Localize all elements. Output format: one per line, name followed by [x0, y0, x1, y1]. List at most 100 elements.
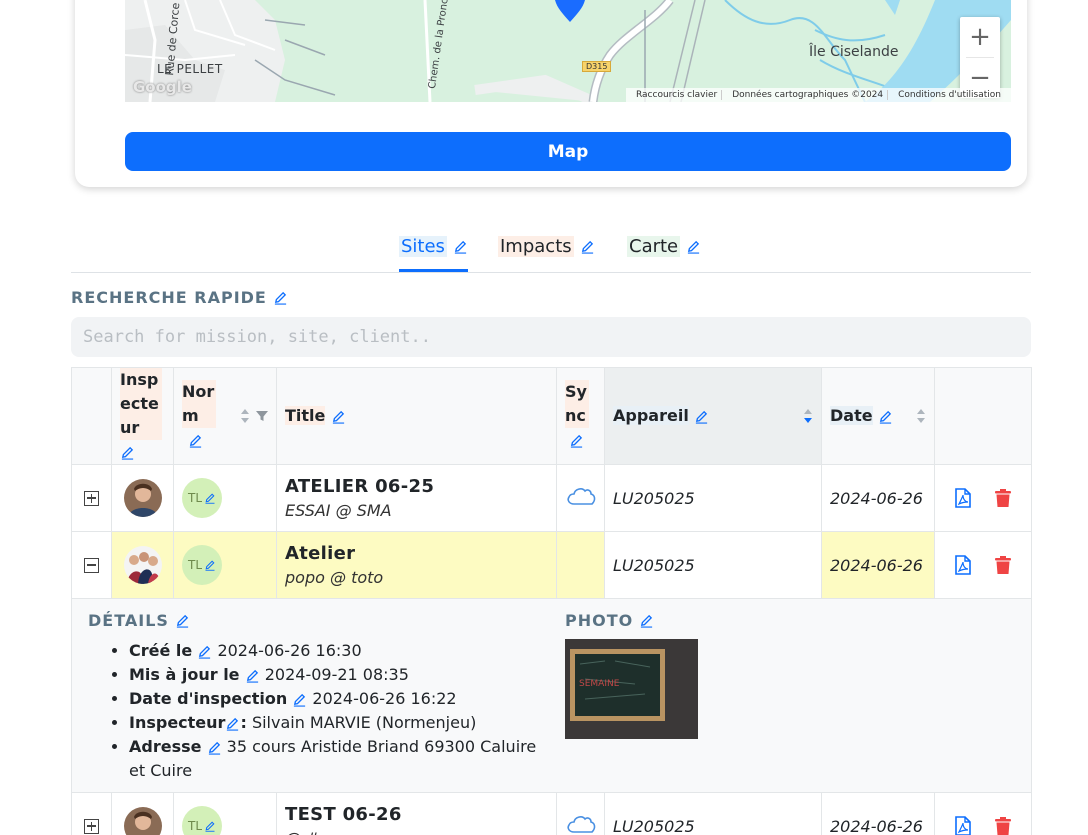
photo-board-text: SEMAINE — [579, 679, 620, 689]
header-date[interactable]: Date — [821, 367, 935, 465]
pencil-icon[interactable] — [204, 492, 216, 504]
pencil-icon[interactable] — [331, 409, 346, 424]
appareil-cell: LU205025 — [604, 464, 822, 532]
detail-value: Silvain MARVIE (Normenjeu) — [251, 713, 477, 732]
detail-label: Créé le — [129, 641, 193, 660]
detail-item: Date d'inspection 2024-06-26 16:22 — [129, 687, 547, 711]
site-title[interactable]: TEST 06-26 — [285, 804, 548, 825]
header-appareil[interactable]: Appareil — [604, 367, 822, 465]
table-row[interactable]: TL ATELIER 06-25 ESSAI @ SMA LU205025 20… — [71, 464, 1032, 532]
pencil-icon[interactable] — [245, 668, 260, 683]
trash-icon[interactable] — [994, 555, 1012, 575]
date-cell: 2024-06-26 — [821, 792, 935, 835]
sites-table: Insp ecte ur Nor m Title Sy nc Appareil … — [71, 367, 1032, 835]
cloud-sync-icon — [566, 488, 595, 505]
pencil-icon[interactable] — [639, 613, 654, 628]
pencil-icon[interactable] — [878, 409, 893, 424]
tab-sites[interactable]: Sites — [399, 234, 468, 259]
keyboard-shortcuts-link[interactable]: Raccourcis clavier — [632, 90, 723, 100]
table-header-row: Insp ecte ur Nor m Title Sy nc Appareil … — [71, 367, 1032, 465]
pencil-icon[interactable] — [120, 445, 135, 460]
detail-value: 2024-06-26 16:22 — [312, 689, 457, 708]
pencil-icon[interactable] — [453, 239, 468, 254]
photo-title: PHOTO — [565, 611, 654, 630]
header-sync[interactable]: Sy nc — [556, 367, 605, 465]
pencil-icon[interactable] — [225, 716, 240, 731]
norm-badge-text: TL — [187, 819, 202, 833]
pencil-icon[interactable] — [686, 239, 701, 254]
detail-item: Adresse 35 cours Aristide Briand 69300 C… — [129, 735, 547, 783]
sync-cell — [556, 531, 605, 599]
detail-label: Date d'inspection — [129, 689, 288, 708]
header-expand — [71, 367, 112, 465]
tab-impacts[interactable]: Impacts — [498, 234, 595, 259]
zoom-in-button[interactable]: + — [960, 17, 1000, 57]
norm-badge[interactable]: TL — [182, 478, 222, 518]
terms-link[interactable]: Conditions d'utilisation — [894, 90, 1005, 100]
header-title[interactable]: Title — [276, 367, 557, 465]
tab-carte-label: Carte — [627, 236, 681, 257]
map-view[interactable]: Rue de Corce LE PELLET Chem. de la Pronc… — [125, 0, 1011, 102]
collapse-row-icon[interactable] — [84, 557, 99, 573]
header-appareil-label: Appareil — [613, 406, 689, 425]
tab-carte[interactable]: Carte — [627, 234, 701, 259]
details-title: DÉTAILS — [88, 611, 190, 630]
detail-value: 2024-06-26 16:30 — [217, 641, 362, 660]
norm-badge[interactable]: TL — [182, 545, 222, 585]
header-date-label: Date — [830, 406, 873, 425]
pencil-icon[interactable] — [273, 290, 288, 305]
sort-desc-icon[interactable] — [803, 407, 813, 425]
date-cell: 2024-06-26 — [821, 531, 935, 599]
site-subtitle: ESSAI @ SMA — [285, 501, 392, 520]
pencil-icon[interactable] — [292, 692, 307, 707]
map-label-ile: Île Ciselande — [809, 44, 899, 60]
filter-icon[interactable] — [256, 410, 268, 422]
pencil-icon[interactable] — [204, 559, 216, 571]
pencil-icon[interactable] — [204, 820, 216, 832]
cloud-sync-icon — [566, 816, 595, 833]
avatar — [123, 479, 162, 517]
sort-icon[interactable] — [916, 407, 926, 425]
pdf-icon[interactable] — [954, 488, 972, 508]
site-title[interactable]: Atelier — [285, 543, 548, 564]
map-button[interactable]: Map — [125, 132, 1011, 171]
expand-row-icon[interactable] — [84, 818, 99, 834]
details-list: Créé le 2024-06-26 16:30 Mis à jour le 2… — [107, 639, 547, 783]
map-label-road: D315 — [582, 61, 612, 72]
trash-icon[interactable] — [994, 816, 1012, 835]
sort-icon[interactable] — [240, 407, 250, 425]
pencil-icon[interactable] — [207, 740, 222, 755]
map-data-credit: Données cartographiques ©2024 — [728, 90, 889, 100]
norm-badge-text: TL — [187, 558, 202, 572]
pdf-icon[interactable] — [954, 816, 972, 835]
norm-badge-text: TL — [187, 491, 202, 505]
zoom-control: + − — [960, 17, 1000, 98]
table-row[interactable]: TL Atelier popo @ toto LU205025 2024-06-… — [71, 531, 1032, 599]
site-subtitle: @ # — [285, 829, 548, 835]
pdf-icon[interactable] — [954, 555, 972, 575]
site-subtitle: popo @ toto — [285, 568, 384, 587]
norm-badge[interactable]: TL — [182, 806, 222, 835]
appareil-cell: LU205025 — [604, 531, 822, 599]
detail-item: Mis à jour le 2024-09-21 08:35 — [129, 663, 547, 687]
photo-title-label: PHOTO — [565, 611, 634, 630]
expand-row-icon[interactable] — [84, 490, 99, 506]
search-input[interactable] — [71, 317, 1031, 357]
trash-icon[interactable] — [994, 488, 1012, 508]
header-title-label: Title — [285, 406, 326, 425]
site-photo[interactable]: SEMAINE — [565, 639, 698, 739]
header-inspecteur[interactable]: Insp ecte ur — [111, 367, 174, 465]
google-logo: Google — [133, 78, 192, 96]
pencil-icon[interactable] — [175, 613, 190, 628]
pencil-icon[interactable] — [580, 239, 595, 254]
pencil-icon[interactable] — [197, 644, 212, 659]
map-attribution: Raccourcis clavier Données cartographiqu… — [625, 88, 1011, 102]
pencil-icon[interactable] — [694, 409, 709, 424]
detail-label: Mis à jour le — [129, 665, 240, 684]
pencil-icon[interactable] — [569, 433, 584, 448]
pencil-icon[interactable] — [188, 433, 203, 448]
header-norm[interactable]: Nor m — [173, 367, 277, 465]
quick-search-title: RECHERCHE RAPIDE — [71, 288, 288, 307]
site-title[interactable]: ATELIER 06-25 — [285, 476, 548, 497]
table-row[interactable]: TL TEST 06-26 @ # LU205025 2024-06-26 — [71, 792, 1032, 835]
